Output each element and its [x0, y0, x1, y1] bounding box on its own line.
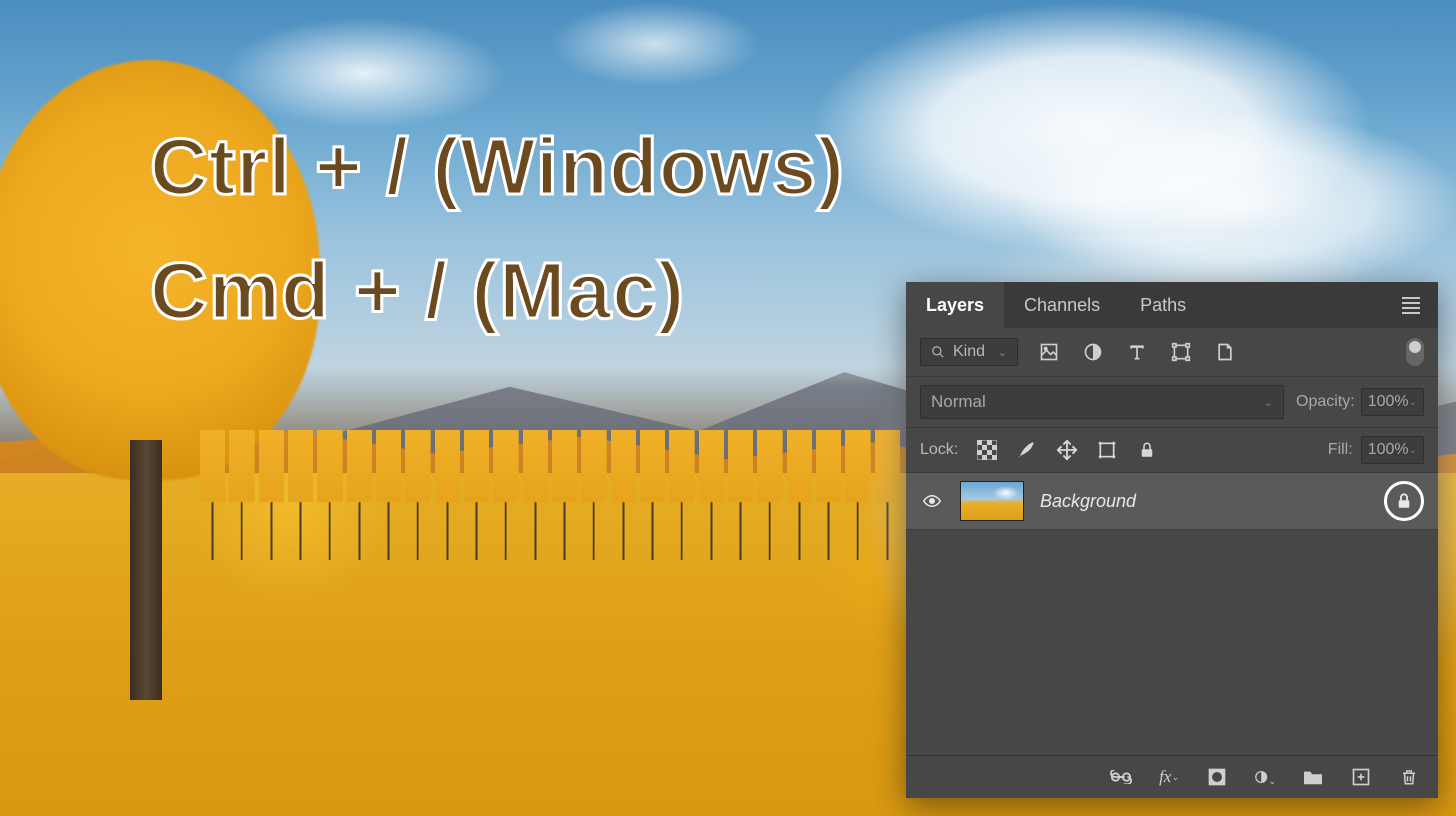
fill-input[interactable]: 100% ⌄	[1361, 436, 1424, 464]
filter-type-icons	[1038, 341, 1236, 363]
new-group-icon[interactable]	[1302, 766, 1324, 788]
shortcut-windows-text: Ctrl + / (Windows)	[150, 105, 845, 229]
lock-all-icon[interactable]	[1136, 439, 1158, 461]
fill-group: Fill: 100% ⌄	[1328, 436, 1424, 464]
tab-layers[interactable]: Layers	[906, 282, 1004, 328]
shortcut-mac-text: Cmd + / (Mac)	[150, 229, 845, 353]
layers-panel: Layers Channels Paths Kind ⌄	[906, 282, 1438, 798]
tab-label: Paths	[1140, 295, 1186, 316]
visibility-toggle-icon[interactable]	[920, 492, 944, 510]
lock-pixels-icon[interactable]	[1016, 439, 1038, 461]
lock-position-icon[interactable]	[1056, 439, 1078, 461]
filter-type-icon[interactable]	[1126, 341, 1148, 363]
chevron-down-icon: ⌄	[1264, 396, 1273, 409]
opacity-value: 100%	[1368, 393, 1409, 411]
filter-toggle[interactable]	[1406, 338, 1424, 366]
panel-tabs: Layers Channels Paths	[906, 282, 1438, 328]
delete-layer-icon[interactable]	[1398, 766, 1420, 788]
layer-name: Background	[1040, 491, 1136, 512]
layer-item[interactable]: Background	[906, 473, 1438, 530]
tab-label: Channels	[1024, 295, 1100, 316]
fill-value: 100%	[1368, 441, 1409, 459]
new-adjustment-layer-icon[interactable]: ⌄	[1254, 766, 1276, 788]
filter-adjustment-icon[interactable]	[1082, 341, 1104, 363]
canvas: Ctrl + / (Windows) Cmd + / (Mac) Layers …	[0, 0, 1456, 816]
opacity-label: Opacity:	[1296, 393, 1355, 411]
filter-row: Kind ⌄	[906, 328, 1438, 377]
tree-row	[200, 430, 900, 560]
chevron-down-icon: ⌄	[1409, 445, 1417, 456]
lock-transparency-icon[interactable]	[976, 439, 998, 461]
tab-paths[interactable]: Paths	[1120, 282, 1206, 328]
chevron-down-icon: ⌄	[998, 346, 1007, 359]
opacity-input[interactable]: 100% ⌄	[1361, 388, 1424, 416]
layer-thumbnail[interactable]	[960, 481, 1024, 521]
kind-label: Kind	[953, 343, 985, 361]
add-mask-icon[interactable]	[1206, 766, 1228, 788]
filter-kind-select[interactable]: Kind ⌄	[920, 338, 1018, 366]
tab-channels[interactable]: Channels	[1004, 282, 1120, 328]
blend-mode-select[interactable]: Normal ⌄	[920, 385, 1284, 419]
lock-artboard-icon[interactable]	[1096, 439, 1118, 461]
shortcut-overlay: Ctrl + / (Windows) Cmd + / (Mac)	[150, 105, 845, 353]
lock-row: Lock: Fill: 100% ⌄	[906, 428, 1438, 473]
opacity-group: Opacity: 100% ⌄	[1296, 388, 1424, 416]
layer-lock-indicator[interactable]	[1384, 481, 1424, 521]
fill-label: Fill:	[1328, 441, 1353, 459]
filter-pixel-icon[interactable]	[1038, 341, 1060, 363]
chevron-down-icon: ⌄	[1409, 397, 1417, 408]
panel-menu-icon[interactable]	[1390, 297, 1432, 314]
panel-footer: fx⌄ ⌄	[906, 755, 1438, 798]
tab-label: Layers	[926, 295, 984, 316]
layer-list: Background	[906, 473, 1438, 755]
lock-label: Lock:	[920, 441, 958, 459]
layer-effects-icon[interactable]: fx⌄	[1158, 766, 1180, 788]
filter-smartobject-icon[interactable]	[1214, 341, 1236, 363]
search-icon	[931, 345, 945, 359]
blend-mode-value: Normal	[931, 392, 986, 412]
filter-shape-icon[interactable]	[1170, 341, 1192, 363]
blend-row: Normal ⌄ Opacity: 100% ⌄	[906, 377, 1438, 428]
link-layers-icon[interactable]	[1110, 766, 1132, 788]
new-layer-icon[interactable]	[1350, 766, 1372, 788]
